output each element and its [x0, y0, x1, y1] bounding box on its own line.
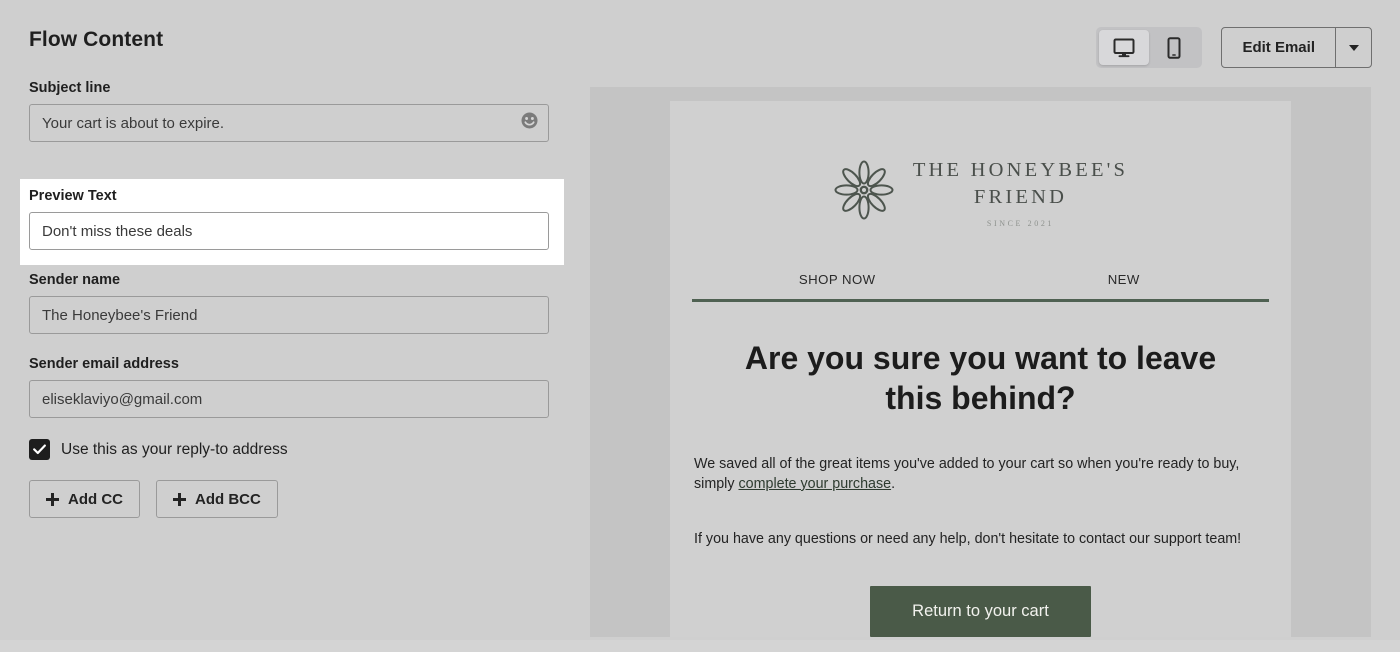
edit-email-dropdown-button[interactable] [1335, 28, 1371, 67]
complete-purchase-link[interactable]: complete your purchase [738, 476, 891, 492]
add-cc-button[interactable]: Add CC [29, 480, 140, 518]
page-title: Flow Content [29, 28, 164, 51]
reply-to-checkbox[interactable] [29, 439, 50, 460]
brand-name-line-1: THE HONEYBEE'S [912, 159, 1129, 181]
sender-email-input[interactable] [29, 380, 549, 418]
body-text-after-link: . [891, 475, 896, 492]
flower-petal-icon [833, 159, 895, 226]
preview-text-label: Preview Text [29, 188, 117, 204]
email-body-paragraph-1: We saved all of the great items you've a… [694, 455, 1267, 494]
brand-logo: THE HONEYBEE'S FRIEND SINCE 2021 [692, 157, 1269, 228]
edit-email-button[interactable]: Edit Email [1222, 28, 1335, 67]
cta-container: Return to your cart [692, 586, 1269, 637]
email-headline: Are you sure you want to leave this behi… [744, 339, 1217, 416]
add-bcc-label: Add BCC [195, 490, 261, 508]
chevron-down-icon [1348, 44, 1359, 51]
return-to-cart-button[interactable]: Return to your cart [870, 586, 1091, 637]
email-settings-form: Subject line Preview Text [0, 80, 580, 518]
sender-name-field: Sender name [0, 272, 580, 334]
email-body-canvas: THE HONEYBEE'S FRIEND SINCE 2021 SHOP NO… [670, 101, 1291, 637]
plus-icon [173, 492, 186, 506]
emoji-picker-button[interactable] [519, 112, 539, 132]
nav-item-new[interactable]: NEW [981, 272, 1268, 287]
nav-item-shop-now[interactable]: SHOP NOW [694, 272, 981, 287]
brand-tagline: SINCE 2021 [986, 218, 1055, 228]
preview-text-field-highlighted: Preview Text [20, 179, 564, 265]
desktop-preview-button[interactable] [1099, 30, 1150, 65]
edit-email-button-group[interactable]: Edit Email [1221, 27, 1372, 68]
reply-to-checkbox-row[interactable]: Use this as your reply-to address [0, 439, 580, 460]
reply-to-label: Use this as your reply-to address [61, 440, 288, 458]
desktop-monitor-icon [1113, 38, 1135, 58]
view-mode-toggle[interactable] [1096, 27, 1203, 68]
add-bcc-button[interactable]: Add BCC [156, 480, 278, 518]
subject-line-input[interactable] [29, 104, 549, 142]
brand-wordmark: THE HONEYBEE'S FRIEND SINCE 2021 [913, 157, 1128, 228]
nav-divider-rule [692, 298, 1269, 302]
mobile-preview-button[interactable] [1149, 30, 1199, 65]
flow-content-page: Flow Content Edit Email Subject line You… [0, 0, 1400, 652]
plus-icon [46, 492, 59, 506]
subject-line-input-wrap [29, 96, 549, 142]
header-toolbar: Edit Email [1096, 27, 1372, 68]
smiley-face-icon [520, 111, 539, 133]
brand-name-line-2: FRIEND [973, 186, 1068, 209]
sender-name-input[interactable] [29, 296, 549, 334]
email-preview-pane: THE HONEYBEE'S FRIEND SINCE 2021 SHOP NO… [590, 87, 1371, 637]
sender-email-field: Sender email address [0, 356, 580, 418]
mobile-phone-icon [1166, 36, 1182, 59]
email-body-paragraph-2: If you have any questions or need any he… [694, 531, 1242, 548]
sender-name-label: Sender name [29, 272, 121, 288]
checkmark-icon [33, 444, 46, 455]
subject-line-label: Subject line [29, 80, 111, 96]
preview-text-input[interactable] [29, 212, 549, 250]
subject-line-field: Subject line [0, 80, 580, 142]
sender-email-label: Sender email address [29, 356, 179, 372]
email-nav-row: SHOP NOW NEW [692, 272, 1269, 287]
bottom-band [0, 640, 1400, 652]
add-cc-label: Add CC [68, 490, 123, 508]
cc-bcc-button-row: Add CC Add BCC [0, 480, 580, 518]
